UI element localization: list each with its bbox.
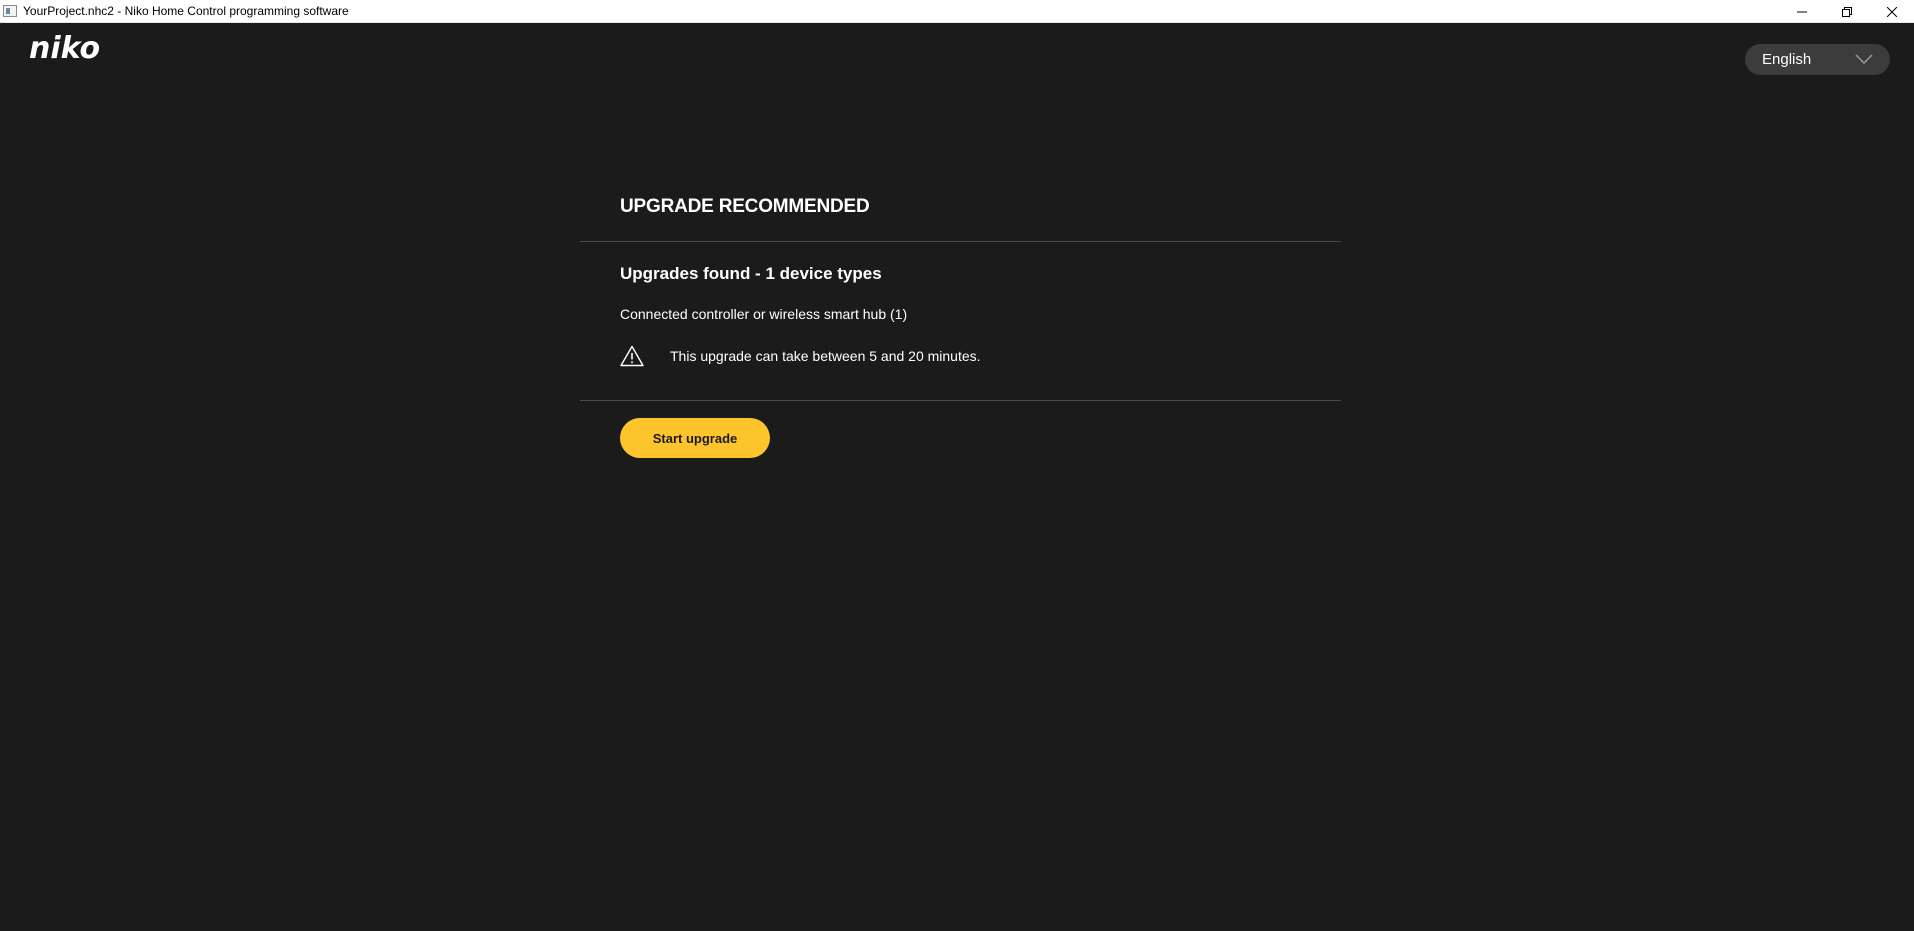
app-content: niko English UPGRADE RECOMMENDED Upgrade… [0,23,1914,931]
restore-button[interactable] [1824,0,1869,23]
divider [580,241,1341,242]
chevron-down-icon [1855,54,1873,64]
divider [580,400,1341,401]
niko-logo: niko [29,31,101,66]
device-type-item: Connected controller or wireless smart h… [620,306,908,322]
language-select[interactable]: English [1745,44,1890,75]
minimize-button[interactable] [1779,0,1824,23]
close-icon [1886,6,1897,17]
minimize-icon [1796,11,1807,12]
language-select-value: English [1762,51,1812,68]
upgrades-found-heading: Upgrades found - 1 device types [620,264,882,283]
restore-icon [1841,6,1852,17]
window-title: YourProject.nhc2 - Niko Home Control pro… [23,4,349,18]
warning-triangle-icon [620,345,644,367]
app-icon [3,5,17,17]
window-controls [1779,0,1914,23]
start-upgrade-button[interactable]: Start upgrade [620,418,770,458]
upgrade-duration-warning: This upgrade can take between 5 and 20 m… [620,344,981,368]
close-button[interactable] [1869,0,1914,23]
page-title: UPGRADE RECOMMENDED [620,196,870,217]
warning-text: This upgrade can take between 5 and 20 m… [670,348,981,364]
window-titlebar: YourProject.nhc2 - Niko Home Control pro… [0,0,1914,23]
